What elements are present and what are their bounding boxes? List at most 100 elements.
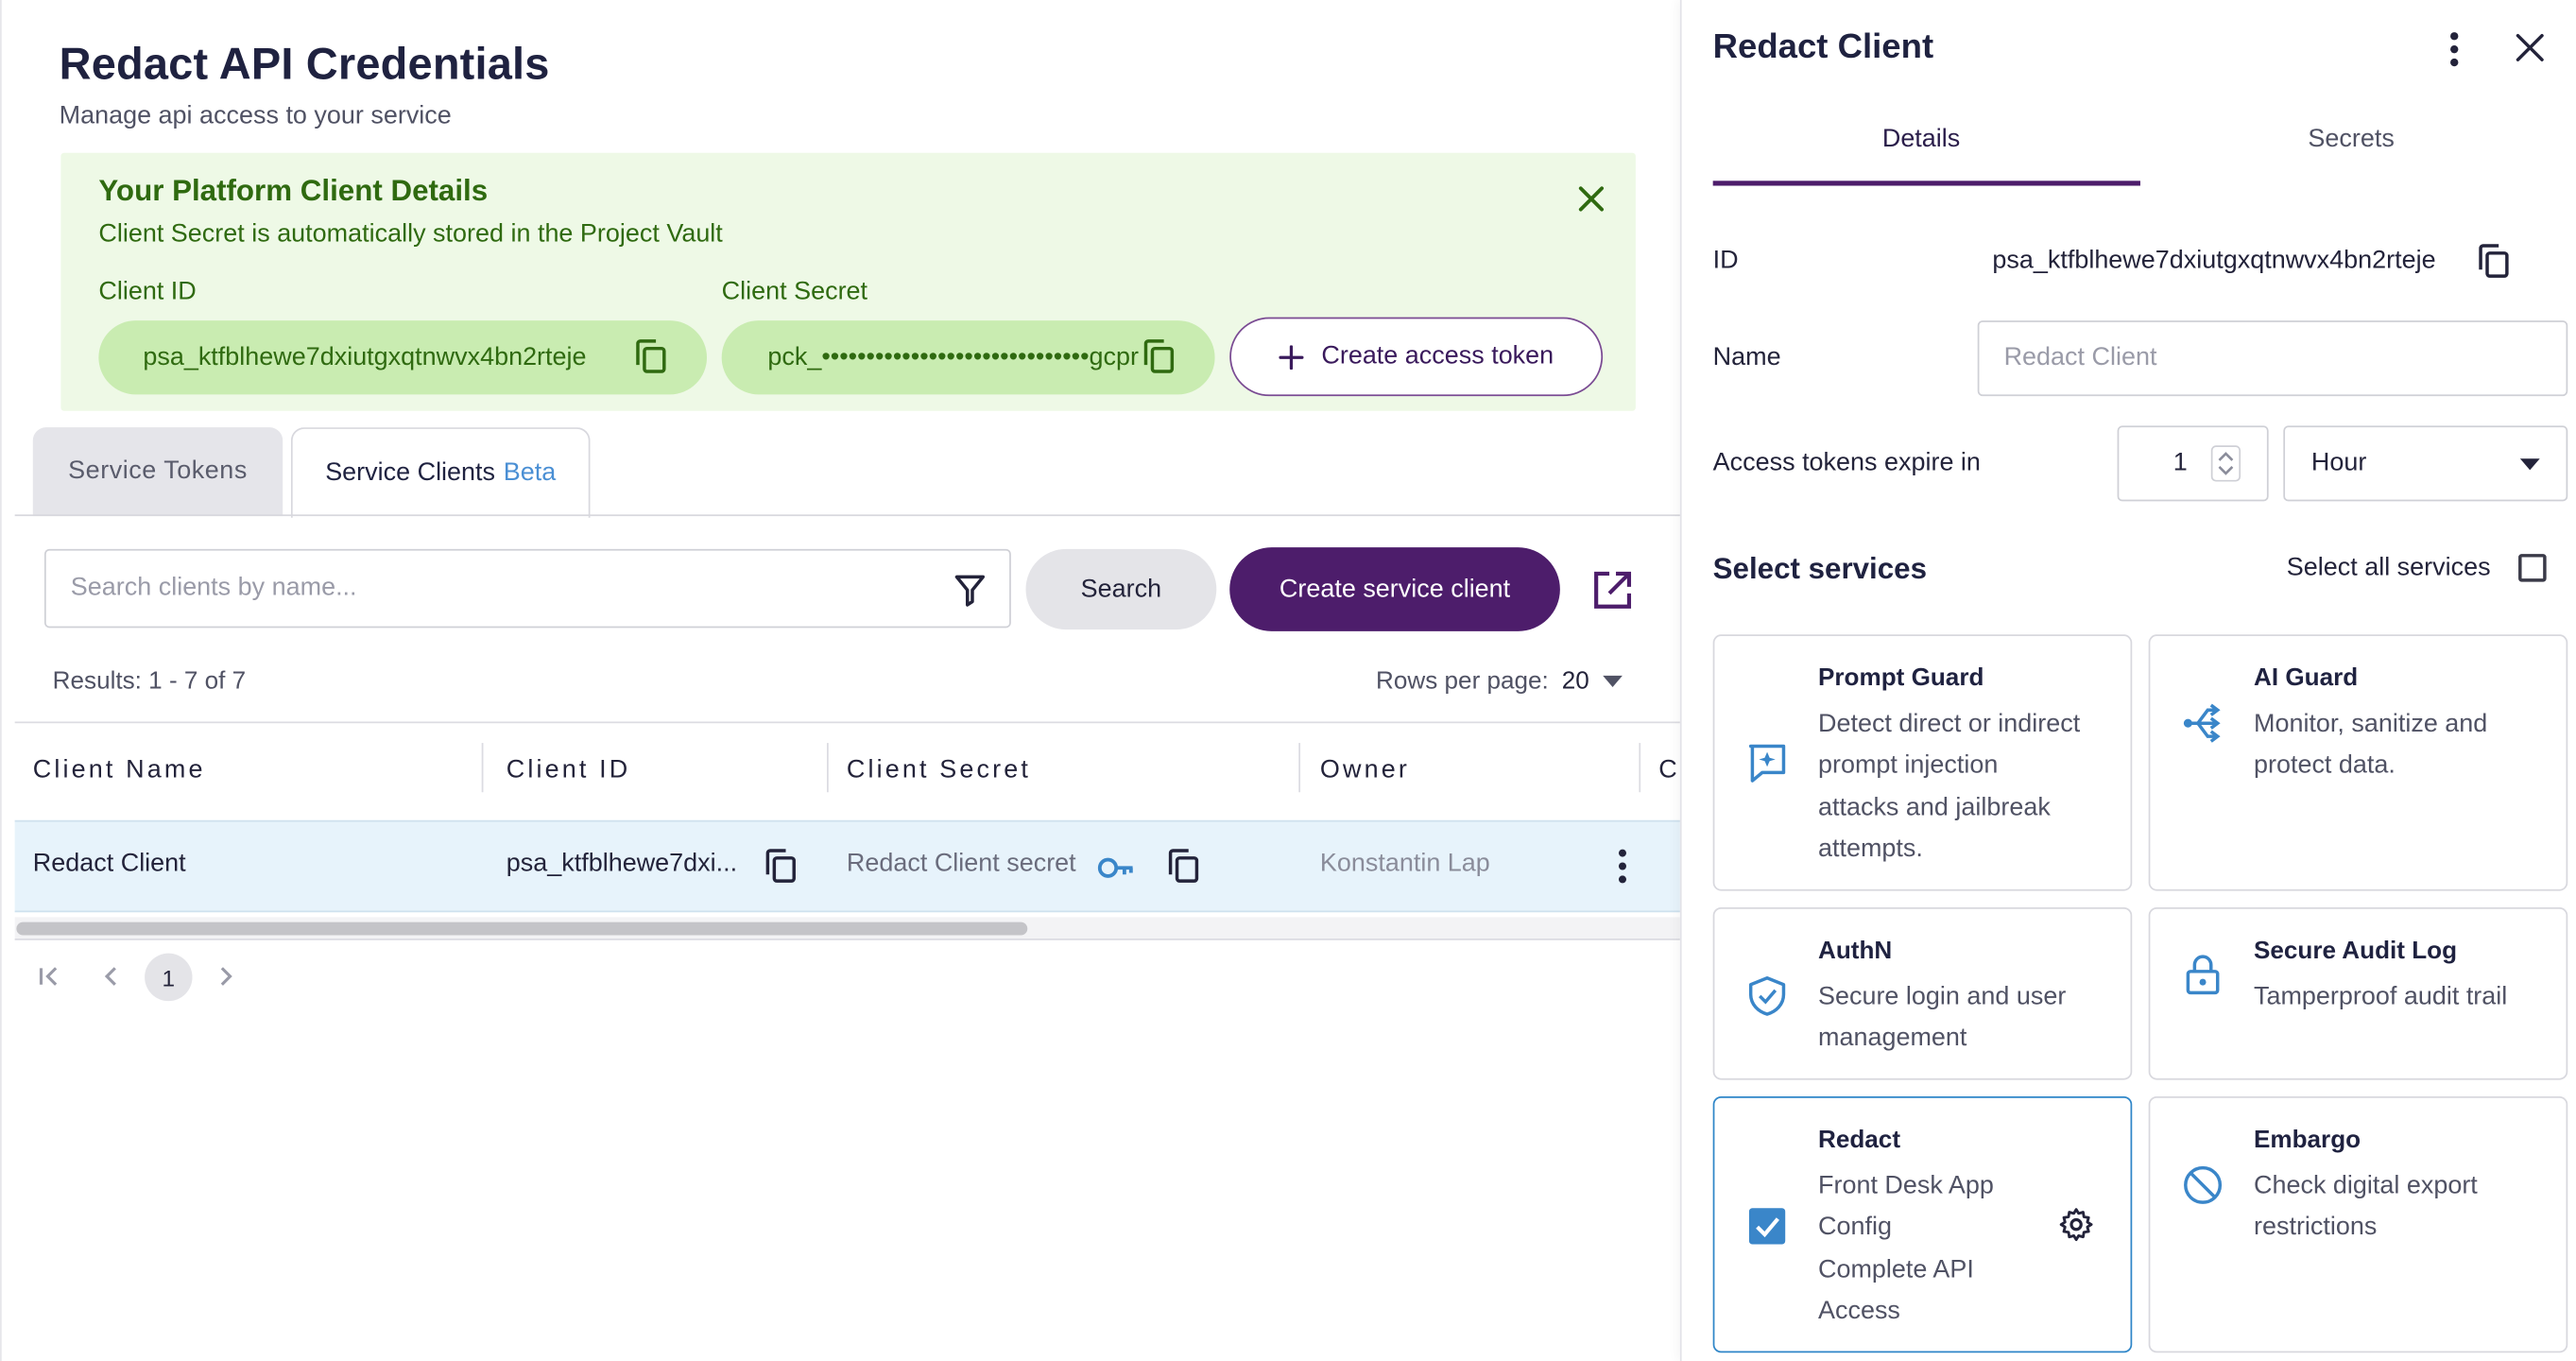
copy-icon[interactable]	[634, 338, 667, 374]
create-access-token-button[interactable]: Create access token	[1229, 317, 1604, 397]
client-id-pill: psa_ktfblhewe7dxiutgxqtnwvx4bn2rteje	[98, 320, 708, 395]
page-subtitle: Manage api access to your service	[59, 101, 452, 130]
service-card-redact[interactable]: Redact Front Desk App Config Complete AP…	[1712, 1095, 2133, 1353]
tab-details[interactable]: Details	[1882, 125, 1960, 154]
column-divider	[1298, 743, 1301, 793]
column-divider	[827, 743, 829, 793]
client-secret-label: Client Secret	[721, 277, 868, 306]
service-name: AI Guard	[2253, 663, 2359, 693]
expire-value: 1	[2172, 448, 2188, 477]
page-title: Redact API Credentials	[59, 39, 550, 89]
select-all-label: Select all services	[2286, 554, 2491, 582]
description-line: Tamperproof audit trail	[2253, 982, 2508, 1011]
credentials-page: Redact API Credentials Manage api access…	[0, 0, 1682, 1361]
description-line: management	[1817, 1024, 1967, 1053]
service-card-prompt-guard[interactable]: Prompt Guard Detect direct or indirect p…	[1712, 634, 2133, 891]
chevron-left-icon	[104, 967, 116, 986]
service-card-authn[interactable]: AuthN Secure login and user management	[1712, 906, 2133, 1080]
search-box	[43, 548, 1011, 629]
close-icon[interactable]	[2512, 29, 2548, 65]
service-description: Check digital export restrictions	[2254, 1165, 2478, 1249]
external-link-icon[interactable]	[1591, 569, 1634, 612]
description-line: Complete API	[1817, 1254, 1974, 1283]
expire-unit-select[interactable]: Hour	[2283, 425, 2568, 502]
tab-service-tokens[interactable]: Service Tokens	[32, 427, 283, 517]
checkbox-checked-icon[interactable]	[1748, 1208, 1786, 1245]
table-border	[14, 721, 1682, 724]
description-line: restrictions	[2253, 1213, 2378, 1242]
rows-per-page-value: 20	[1561, 667, 1589, 696]
name-label: Name	[1712, 343, 1781, 372]
chevron-right-icon	[220, 967, 232, 986]
copy-icon[interactable]	[2478, 243, 2511, 279]
next-page-button[interactable]	[214, 956, 240, 996]
column-header-client-name[interactable]: Client Name	[33, 756, 206, 785]
notice-title: Your Platform Client Details	[98, 174, 489, 208]
tab-service-tokens-label: Service Tokens	[68, 457, 248, 486]
tab-secrets[interactable]: Secrets	[2308, 125, 2394, 154]
row-client-name[interactable]: Redact Client	[33, 850, 186, 879]
description-line: Monitor, sanitize and	[2253, 710, 2488, 738]
chevron-down-icon	[2519, 458, 2540, 471]
select-all-checkbox[interactable]	[2518, 554, 2547, 582]
services-title: Select services	[1712, 552, 1928, 586]
first-page-button[interactable]	[35, 956, 64, 996]
column-divider	[481, 743, 484, 793]
notice-subtitle: Client Secret is automatically stored in…	[98, 220, 723, 249]
tab-service-clients[interactable]: Service Clients Beta	[290, 427, 591, 518]
ai-guard-icon	[2183, 703, 2221, 743]
page-number-button[interactable]: 1	[145, 953, 193, 1002]
service-name: Embargo	[2253, 1126, 2361, 1154]
previous-page-button[interactable]	[97, 956, 124, 996]
client-secret-pill: pck_••••••••••••••••••••••••••••••gcpr	[721, 320, 1215, 395]
service-description: Tamperproof audit trail	[2254, 976, 2507, 1018]
service-name: AuthN	[1817, 937, 1893, 965]
client-detail-panel: Redact Client Details Secrets ID psa_ktf…	[1679, 0, 2576, 1361]
copy-icon[interactable]	[1142, 338, 1176, 374]
block-icon	[2184, 1165, 2223, 1204]
more-vertical-icon[interactable]	[1611, 847, 1634, 887]
gear-icon[interactable]	[2058, 1206, 2094, 1242]
description-line: Front Desk App	[1817, 1171, 1994, 1200]
description-line: protect data.	[2253, 751, 2396, 780]
search-input[interactable]	[70, 570, 926, 607]
column-header-client-secret[interactable]: Client Secret	[847, 756, 1031, 785]
service-card-secure-audit-log[interactable]: Secure Audit Log Tamperproof audit trail	[2148, 906, 2568, 1080]
service-name: Prompt Guard	[1817, 663, 1984, 693]
panel-title: Redact Client	[1712, 27, 1934, 66]
copy-icon[interactable]	[1167, 848, 1200, 884]
rows-per-page-select[interactable]: Rows per page: 20	[1376, 667, 1623, 696]
description-line: Access	[1817, 1296, 1900, 1325]
expire-label: Access tokens expire in	[1712, 448, 1981, 477]
expire-quantity-stepper[interactable]: 1	[2117, 425, 2269, 502]
close-icon[interactable]	[1573, 181, 1609, 216]
column-header-owner[interactable]: Owner	[1320, 756, 1410, 785]
description-line: Detect direct or indirect	[1817, 710, 2081, 738]
service-description: Secure login and user management	[1818, 976, 2066, 1060]
horizontal-scrollbar[interactable]	[14, 917, 1682, 940]
scrollbar-thumb[interactable]	[16, 922, 1028, 936]
column-header-created[interactable]: C	[1658, 756, 1680, 785]
name-input[interactable]	[1977, 320, 2568, 397]
service-card-ai-guard[interactable]: AI Guard Monitor, sanitize and protect d…	[2148, 634, 2568, 891]
create-service-client-button[interactable]: Create service client	[1229, 547, 1560, 631]
more-vertical-icon[interactable]	[2438, 29, 2471, 69]
search-button[interactable]: Search	[1025, 548, 1217, 630]
shield-check-icon	[1748, 976, 1786, 1016]
service-description: Front Desk App Config Complete API Acces…	[1818, 1165, 1994, 1332]
id-label: ID	[1712, 246, 1739, 275]
column-header-client-id[interactable]: Client ID	[507, 756, 631, 785]
beta-badge: Beta	[503, 458, 557, 487]
rows-per-page-label: Rows per page:	[1376, 667, 1549, 696]
description-line: Config	[1817, 1213, 1892, 1242]
filter-icon[interactable]	[953, 572, 987, 608]
stepper-arrows[interactable]	[2210, 445, 2241, 482]
checkmark-icon	[1756, 1217, 1779, 1238]
description-line: Check digital export	[2253, 1171, 2478, 1200]
row-client-id: psa_ktfblhewe7dxi...	[506, 850, 738, 878]
description-line: prompt injection	[1817, 751, 1999, 780]
copy-icon[interactable]	[764, 848, 798, 884]
service-card-embargo[interactable]: Embargo Check digital export restriction…	[2148, 1095, 2568, 1353]
key-icon[interactable]	[1096, 853, 1136, 883]
platform-client-notice: Your Platform Client Details Client Secr…	[60, 152, 1636, 411]
